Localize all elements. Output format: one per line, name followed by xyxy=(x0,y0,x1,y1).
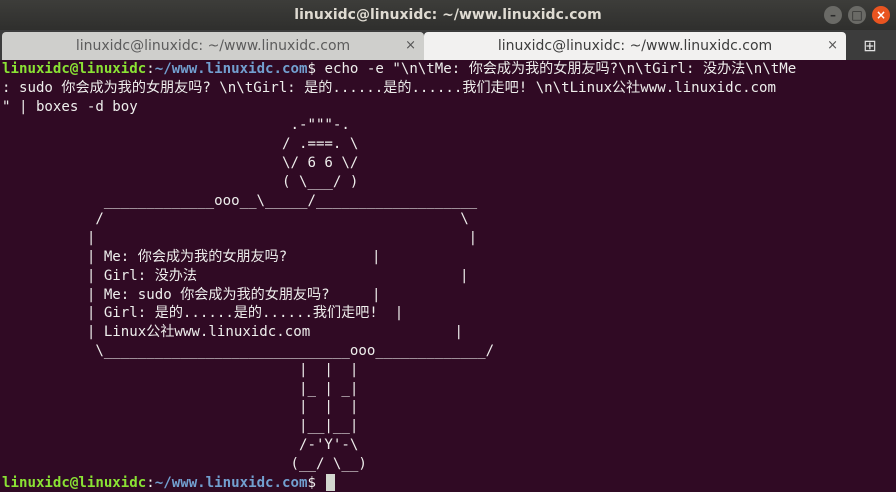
terminal-output[interactable]: linuxidc@linuxidc:~/www.linuxidc.com$ ec… xyxy=(0,60,896,492)
close-button[interactable]: × xyxy=(872,6,890,24)
tab-1-label: linuxidc@linuxidc: ~/www.linuxidc.com xyxy=(75,38,351,54)
tab-2[interactable]: linuxidc@linuxidc: ~/www.linuxidc.com × xyxy=(424,32,846,60)
prompt-sign: $ xyxy=(307,474,316,491)
prompt-path: ~/www.linuxidc.com xyxy=(154,474,308,491)
output-line: | Girl: 是的......是的......我们走吧! | xyxy=(2,305,404,322)
window-title: linuxidc@linuxidc: ~/www.linuxidc.com xyxy=(294,7,602,23)
command-line-2: : sudo 你会成为我的女朋友吗? \n\tGirl: 是的......是的.… xyxy=(2,79,777,96)
tab-1-close-icon[interactable]: × xyxy=(405,38,416,53)
output-line: | Linux公社www.linuxidc.com | xyxy=(2,324,463,341)
prompt-sep: : xyxy=(146,474,155,491)
output-line: / \ xyxy=(2,211,469,228)
tab-2-close-icon[interactable]: × xyxy=(827,38,838,53)
command-text: echo -e "\n\tMe: 你会成为我的女朋友吗?\n\tGirl: 没办… xyxy=(315,61,797,77)
prompt-path: ~/www.linuxidc.com xyxy=(154,61,308,77)
window-controls: – □ × xyxy=(824,6,890,24)
command-line-3: " | boxes -d boy xyxy=(2,98,138,115)
prompt-user: linuxidc@linuxidc xyxy=(2,474,147,491)
command-line-1: linuxidc@linuxidc:~/www.linuxidc.com$ ec… xyxy=(0,60,896,79)
output-line: |__|__| xyxy=(2,418,359,435)
tab-2-label: linuxidc@linuxidc: ~/www.linuxidc.com xyxy=(497,38,773,54)
prompt-line: linuxidc@linuxidc:~/www.linuxidc.com$ xyxy=(0,473,896,492)
tab-1[interactable]: linuxidc@linuxidc: ~/www.linuxidc.com × xyxy=(2,32,424,60)
output-line: /-'Y'-\ xyxy=(2,436,359,453)
terminal-window: linuxidc@linuxidc: ~/www.linuxidc.com – … xyxy=(0,0,896,492)
output-line: | Girl: 没办法 | xyxy=(2,267,469,284)
prompt-user: linuxidc@linuxidc xyxy=(2,61,147,77)
output-line: | Me: 你会成为我的女朋友吗? | xyxy=(2,248,381,265)
output-line: (__/ \__) xyxy=(2,455,367,472)
output-line: ( \___/ ) xyxy=(2,173,359,190)
prompt-sign: $ xyxy=(307,61,316,77)
new-tab-icon[interactable]: ⊞ xyxy=(846,30,894,60)
output-line: \/ 6 6 \/ xyxy=(2,154,359,171)
output-line: | | | xyxy=(2,399,359,416)
tab-bar: linuxidc@linuxidc: ~/www.linuxidc.com × … xyxy=(0,30,896,60)
output-line: | | | xyxy=(2,361,359,378)
text-cursor xyxy=(326,473,336,491)
output-line: | | xyxy=(2,230,478,247)
minimize-button[interactable]: – xyxy=(824,6,842,24)
maximize-button[interactable]: □ xyxy=(848,6,866,24)
output-line: | Me: sudo 你会成为我的女朋友吗? | xyxy=(2,286,381,303)
output-line: .-"""-. xyxy=(2,117,350,134)
prompt-sep: : xyxy=(146,61,155,77)
title-bar[interactable]: linuxidc@linuxidc: ~/www.linuxidc.com – … xyxy=(0,0,896,30)
output-line: _____________ooo__\_____/_______________… xyxy=(2,192,478,209)
output-line: |_ | _| xyxy=(2,380,359,397)
output-line: \_____________________________ooo_______… xyxy=(2,342,495,359)
output-line: / .===. \ xyxy=(2,136,359,153)
